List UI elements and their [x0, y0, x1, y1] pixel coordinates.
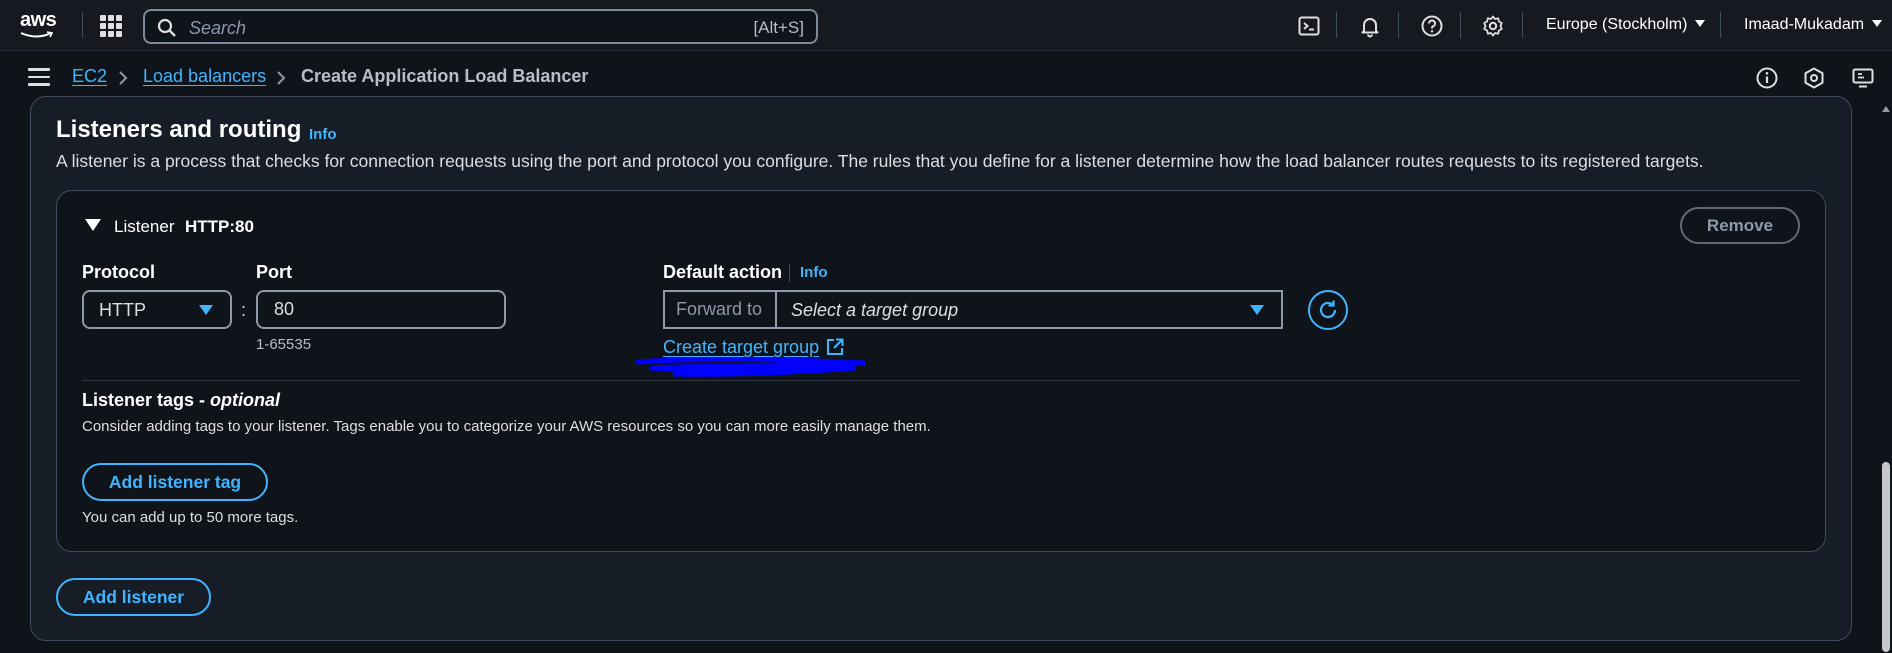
tags-limit-note: You can add up to 50 more tags.: [82, 509, 299, 526]
menu-icon[interactable]: [28, 68, 50, 86]
aws-logo[interactable]: aws: [20, 10, 62, 40]
section-title: Listeners and routing: [56, 116, 302, 143]
tags-title-optional: optional: [210, 390, 281, 410]
create-target-group-link[interactable]: Create target group: [663, 337, 819, 358]
aws-logo-text: aws: [20, 9, 57, 31]
expand-triangle-icon[interactable]: [85, 219, 101, 231]
divider: [1720, 12, 1721, 38]
caret-down-icon: [1872, 20, 1883, 28]
cloudshell-icon[interactable]: [1297, 14, 1321, 38]
aws-smile-icon: [20, 31, 54, 38]
search-placeholder: Search: [189, 18, 247, 38]
info-icon[interactable]: [1755, 66, 1779, 90]
account-label: Imaad-Mukadam: [1744, 16, 1865, 33]
display-icon[interactable]: [1851, 66, 1875, 90]
listener-value: HTTP:80: [185, 217, 254, 236]
help-icon[interactable]: [1420, 14, 1444, 38]
tags-title-text: Listener tags -: [82, 390, 211, 410]
top-navigation: aws Search [Alt+S] Europe (Stockholm) Im…: [0, 0, 1892, 51]
notifications-icon[interactable]: [1802, 66, 1826, 90]
breadcrumb-ec2[interactable]: EC2: [72, 66, 107, 87]
listener-tags-title: Listener tags - optional: [82, 390, 280, 411]
external-link-icon: [827, 338, 844, 355]
bell-icon[interactable]: [1358, 14, 1382, 38]
divider: [82, 12, 83, 38]
default-action-info-link[interactable]: Info: [800, 264, 828, 281]
search-shortcut: [Alt+S]: [753, 18, 804, 37]
annotation-scribble: [635, 356, 866, 377]
section-info-link[interactable]: Info: [309, 126, 337, 143]
listener-container: [56, 190, 1826, 552]
services-grid-icon[interactable]: [100, 15, 122, 37]
account-menu[interactable]: Imaad-Mukadam: [1744, 16, 1883, 34]
divider: [1398, 12, 1399, 38]
search-bar[interactable]: Search [Alt+S]: [143, 9, 818, 44]
search-icon: [157, 18, 176, 37]
port-label: Port: [256, 262, 292, 282]
settings-icon[interactable]: [1481, 14, 1505, 38]
scroll-up-arrow-icon[interactable]: [1882, 106, 1890, 112]
target-group-select[interactable]: Select a target group: [775, 290, 1283, 329]
divider: [1522, 12, 1523, 38]
divider: [789, 264, 790, 282]
add-listener-button[interactable]: Add listener: [56, 578, 211, 616]
refresh-button[interactable]: [1308, 290, 1348, 330]
divider: [1460, 12, 1461, 38]
chevron-right-icon: [277, 71, 286, 85]
caret-down-icon: [1695, 20, 1706, 28]
forward-to-label: Forward to: [676, 299, 763, 319]
remove-button[interactable]: Remove: [1680, 207, 1800, 244]
port-input[interactable]: [256, 290, 506, 329]
breadcrumb-load-balancers[interactable]: Load balancers: [143, 66, 266, 87]
colon-separator: :: [241, 300, 247, 320]
section-description: A listener is a process that checks for …: [56, 151, 1704, 171]
port-hint: 1-65535: [256, 336, 312, 353]
caret-down-icon: [1250, 305, 1264, 315]
refresh-icon: [1319, 300, 1337, 319]
protocol-value: HTTP: [99, 300, 146, 320]
default-action-label: Default action: [663, 262, 783, 282]
listener-tags-description: Consider adding tags to your listener. T…: [82, 418, 931, 435]
divider: [1336, 12, 1337, 38]
listener-label: Listener: [114, 217, 175, 236]
breadcrumb-current: Create Application Load Balancer: [301, 66, 589, 86]
target-group-placeholder: Select a target group: [791, 300, 959, 320]
divider: [82, 380, 1800, 381]
forward-to-label-box: Forward to: [663, 290, 776, 329]
protocol-select[interactable]: HTTP: [82, 290, 232, 329]
add-listener-tag-button[interactable]: Add listener tag: [82, 463, 268, 501]
region-label: Europe (Stockholm): [1546, 16, 1688, 33]
chevron-right-icon: [119, 71, 128, 85]
protocol-label: Protocol: [82, 262, 156, 282]
region-selector[interactable]: Europe (Stockholm): [1546, 16, 1706, 34]
scrollbar-thumb[interactable]: [1882, 462, 1890, 652]
caret-down-icon: [199, 305, 213, 315]
